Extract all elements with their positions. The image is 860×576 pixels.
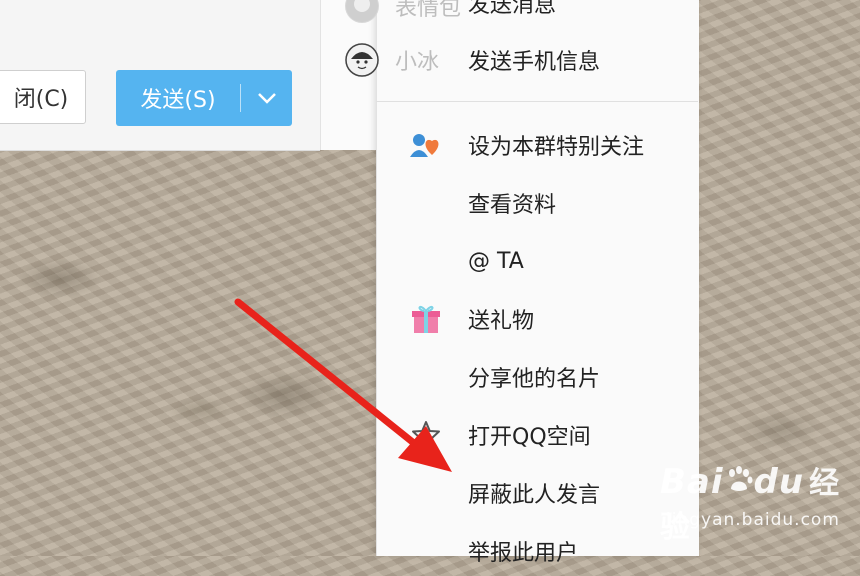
menu-item-label: 屏蔽此人发言 xyxy=(468,483,601,508)
menu-item-label: 发送手机信息 xyxy=(468,50,601,75)
menu-item-open-qzone[interactable]: 打开QQ空间 xyxy=(376,410,698,460)
chevron-down-icon[interactable] xyxy=(241,92,292,104)
menu-item-label: 分享他的名片 xyxy=(468,367,601,392)
menu-item-label: 打开QQ空间 xyxy=(468,425,591,450)
chat-window-footer: 闭(C) 发送(S) xyxy=(0,0,320,151)
menu-item-label: @ TA xyxy=(468,248,524,274)
menu-item-label: 举报此用户 xyxy=(468,541,579,566)
menu-item-label: 查看资料 xyxy=(468,193,557,218)
menu-item-send-sms[interactable]: 发送手机信息 xyxy=(376,35,698,85)
watermark-url: jingyan.baidu.com xyxy=(666,510,840,530)
close-button[interactable]: 闭(C) xyxy=(0,70,86,124)
menu-item-view-profile[interactable]: 查看资料 xyxy=(376,178,698,228)
menu-item-report-user[interactable]: 举报此用户 xyxy=(376,526,698,576)
close-button-label: 闭(C) xyxy=(13,87,69,112)
menu-item-send-message[interactable]: 发送消息 xyxy=(376,0,698,28)
avatar xyxy=(345,43,379,77)
watermark-logo-suffix: du xyxy=(753,462,805,502)
baidu-jingyan-watermark: Bai du 经验 jingyan.baidu.com xyxy=(660,458,855,545)
avatar xyxy=(345,0,379,23)
star-icon xyxy=(406,415,446,455)
menu-item-send-gift[interactable]: 送礼物 xyxy=(376,294,698,344)
send-button[interactable]: 发送(S) xyxy=(116,70,292,126)
special-follow-icon xyxy=(406,125,446,165)
menu-separator xyxy=(376,101,698,102)
menu-item-special-follow[interactable]: 设为本群特别关注 xyxy=(376,120,698,170)
menu-item-block-user[interactable]: 屏蔽此人发言 xyxy=(376,468,698,518)
gift-icon xyxy=(406,299,446,339)
menu-item-at-ta[interactable]: @ TA xyxy=(376,236,698,286)
menu-item-label: 设为本群特别关注 xyxy=(468,135,645,160)
send-button-label: 发送(S) xyxy=(140,88,216,113)
menu-item-share-card[interactable]: 分享他的名片 xyxy=(376,352,698,402)
menu-item-label: 发送消息 xyxy=(468,0,557,18)
paw-icon xyxy=(724,465,754,495)
watermark-logo: Bai xyxy=(660,462,724,502)
menu-item-label: 送礼物 xyxy=(468,309,535,334)
